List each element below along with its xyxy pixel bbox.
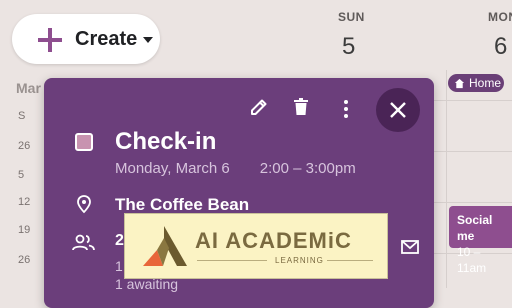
mini-calendar-row: S	[18, 110, 26, 122]
calendar-event-social[interactable]: Social me 10 – 11am	[449, 206, 512, 275]
logo-subtitle: LEARNING	[275, 256, 324, 265]
create-button[interactable]: Create	[12, 14, 160, 64]
logo-divider	[327, 260, 373, 261]
guests-count: 2	[115, 232, 124, 249]
plus-icon	[38, 28, 62, 52]
guests-summary-line: 1	[115, 258, 123, 274]
event-date: Monday, March 6	[115, 160, 230, 177]
day-number-mon[interactable]: 6	[494, 33, 507, 61]
email-guests-icon[interactable]	[400, 237, 420, 257]
home-event-chip[interactable]: Home	[448, 74, 504, 92]
grid-divider	[446, 70, 447, 288]
home-chip-label: Home	[469, 76, 502, 90]
event-time: 2:00 – 3:00pm	[259, 160, 356, 177]
grid-divider	[434, 202, 512, 203]
logo-divider	[197, 260, 267, 261]
event-location[interactable]: The Coffee Bean	[115, 195, 249, 215]
side-event-title: Social me	[457, 213, 493, 243]
home-icon	[454, 78, 465, 88]
guests-icon	[72, 234, 95, 251]
logo-mark-icon	[143, 226, 187, 266]
mini-calendar-month: Mar	[16, 80, 41, 96]
day-name-sun: SUN	[338, 10, 365, 24]
day-name-mon: MON	[488, 10, 512, 24]
logo-wordmark: AI ACADEMiC	[195, 228, 352, 253]
mini-calendar-row[interactable]: 19	[18, 224, 30, 236]
side-event-time: 10 – 11am	[457, 245, 487, 275]
event-color-square	[75, 133, 93, 151]
location-pin-icon	[77, 195, 91, 214]
create-label: Create	[75, 28, 138, 50]
mini-calendar-row[interactable]: 12	[18, 196, 30, 208]
close-button[interactable]	[376, 88, 420, 132]
edit-icon[interactable]	[249, 97, 269, 117]
event-title: Check-in	[115, 128, 217, 155]
day-number-sun[interactable]: 5	[342, 33, 355, 61]
caret-down-icon	[143, 37, 153, 43]
mini-calendar-row[interactable]: 26	[18, 140, 30, 152]
grid-divider	[434, 100, 512, 101]
grid-divider	[434, 151, 512, 152]
close-icon	[390, 102, 406, 118]
watermark-logo: AI ACADEMiC LEARNING	[124, 213, 388, 279]
more-options-icon[interactable]	[336, 99, 356, 119]
mini-calendar-row[interactable]: 26	[18, 254, 30, 266]
event-datetime: Monday, March 6 2:00 – 3:00pm	[115, 160, 356, 177]
delete-icon[interactable]	[291, 97, 311, 117]
mini-calendar-row[interactable]: 5	[18, 169, 24, 181]
